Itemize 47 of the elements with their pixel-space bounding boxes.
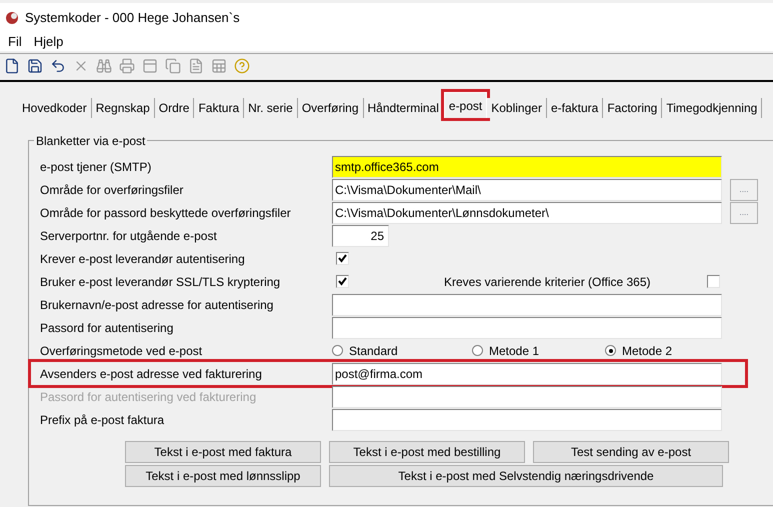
text-field[interactable]: C:\Visma\Dokumenter\Mail\ [332, 178, 722, 200]
action-button[interactable]: Tekst i e-post med bestilling [329, 441, 525, 463]
field-label: Område for passord beskyttede overføringsfiler [40, 204, 292, 222]
radio-label: Standard [349, 342, 398, 360]
number-field[interactable]: 25 [332, 224, 389, 246]
text-field[interactable] [332, 316, 722, 338]
help-icon[interactable] [234, 58, 250, 74]
action-button[interactable]: Tekst i e-post med Selvstendig næringsdrivende [329, 465, 723, 487]
window-title: Systemkoder - 000 Hege Johansen`s [25, 9, 240, 28]
field-label: Passord for autentisering [40, 320, 174, 336]
field-label: Bruker e-post leverandør SSL/TLS kryptering [40, 274, 282, 290]
field-label: Prefix på e-post faktura [40, 412, 166, 428]
undo-icon[interactable] [50, 58, 66, 74]
radio-button[interactable] [472, 345, 483, 356]
checkbox[interactable] [707, 275, 720, 288]
menu-item[interactable]: Hjelp [34, 32, 64, 52]
checkbox-label: Kreves varierende kriterier (Office 365) [444, 274, 651, 290]
radio-button[interactable] [605, 345, 616, 356]
radio-label: Metode 2 [622, 342, 672, 360]
app-icon [5, 11, 19, 25]
field-label: Område for overføringsfiler [40, 182, 184, 198]
tab[interactable]: e-post [444, 92, 488, 118]
text-field[interactable] [332, 294, 722, 316]
browse-button[interactable]: .... [730, 178, 758, 200]
field-label: Krever e-post leverandør autentisering [40, 250, 246, 268]
field-label: Brukernavn/e-post adresse for autentisering [40, 296, 274, 314]
browse-button[interactable]: .... [730, 202, 758, 224]
field-label: Serverportnr. for utgående e-post [40, 228, 218, 244]
field-label: Avsenders e-post adresse ved fakturering [40, 366, 263, 382]
text-field[interactable] [332, 408, 722, 430]
action-button[interactable]: Tekst i e-post med faktura [125, 441, 321, 463]
save-icon[interactable] [27, 58, 43, 74]
checkbox[interactable] [336, 252, 349, 265]
text-field[interactable]: smtp.office365.com [332, 156, 722, 178]
document-icon[interactable] [4, 58, 20, 74]
menu-item[interactable]: Fil [8, 32, 22, 52]
field-label: e-post tjener (SMTP) [40, 158, 152, 176]
radio-button[interactable] [332, 345, 343, 356]
text-field[interactable]: C:\Visma\Dokumenter\Lønnsdokumeter\ [332, 202, 722, 224]
field-label: Passord for autentisering ved fakturering [40, 388, 258, 406]
radio-label: Metode 1 [489, 342, 540, 360]
tab[interactable]: Koblinger [487, 98, 547, 118]
text-field[interactable]: post@firma.com [332, 362, 722, 384]
field-label: Overføringsmetode ved e-post [40, 342, 204, 360]
action-button[interactable]: Tekst i e-post med lønnsslipp [125, 465, 321, 487]
action-button[interactable]: Test sending av e-post [533, 441, 729, 463]
checkbox[interactable] [336, 275, 349, 288]
